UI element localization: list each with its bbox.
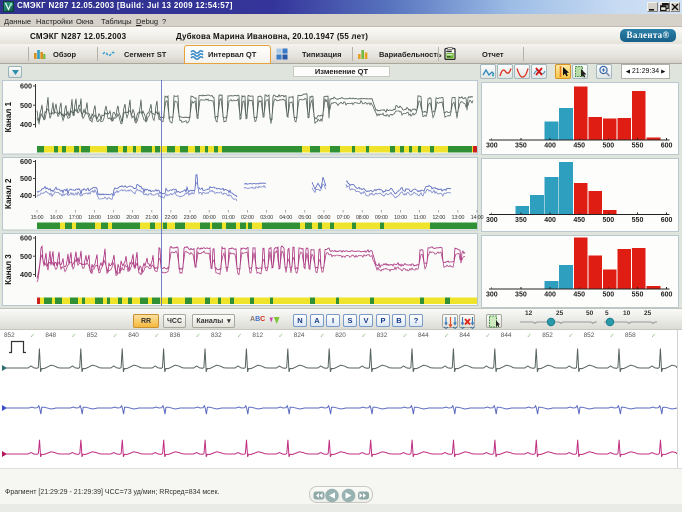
svg-text:21:00: 21:00 [145,215,158,221]
svg-text:840: 840 [128,332,139,339]
svg-text:11:00: 11:00 [413,215,425,221]
svg-text:852: 852 [584,332,595,339]
svg-text:✓: ✓ [320,333,325,340]
svg-text:600: 600 [661,292,673,299]
svg-text:Канал 1: Канал 1 [4,101,13,132]
svg-text:836: 836 [170,332,181,339]
svg-text:350: 350 [515,292,527,299]
svg-text:550: 550 [632,143,644,150]
svg-text:✓: ✓ [403,333,408,340]
svg-text:844: 844 [501,332,512,339]
svg-text:600: 600 [20,234,32,243]
svg-text:500: 500 [20,252,32,261]
svg-text:500: 500 [602,217,614,224]
svg-text:820: 820 [335,332,346,339]
svg-text:832: 832 [211,332,222,339]
svg-text:06:00: 06:00 [318,215,331,221]
svg-text:18:00: 18:00 [88,215,101,221]
svg-text:04:00: 04:00 [279,215,292,221]
svg-text:852: 852 [4,332,15,339]
svg-text:300: 300 [486,292,498,299]
svg-text:450: 450 [573,143,585,150]
svg-text:852: 852 [87,332,98,339]
svg-text:824: 824 [294,332,305,339]
svg-text:15:00: 15:00 [31,215,44,221]
svg-text:500: 500 [20,174,32,183]
svg-text:05:00: 05:00 [298,215,311,221]
svg-text:500: 500 [20,101,32,110]
svg-text:844: 844 [418,332,429,339]
svg-text:20:00: 20:00 [126,215,139,221]
svg-text:02:00: 02:00 [241,215,254,221]
svg-text:✓: ✓ [278,333,283,340]
svg-text:832: 832 [377,332,388,339]
svg-text:300: 300 [486,217,498,224]
svg-text:600: 600 [20,82,32,91]
svg-text:22:00: 22:00 [165,215,178,221]
svg-text:600: 600 [20,157,32,166]
svg-text:400: 400 [20,120,32,129]
svg-text:Канал 2: Канал 2 [4,178,13,209]
svg-text:✓: ✓ [113,333,118,340]
svg-text:✓: ✓ [444,333,449,340]
svg-text:350: 350 [515,217,527,224]
svg-text:500: 500 [602,143,614,150]
svg-text:812: 812 [252,332,263,339]
svg-text:23:00: 23:00 [184,215,197,221]
svg-text:600: 600 [661,143,673,150]
svg-text:✓: ✓ [651,333,656,340]
svg-text:13:00: 13:00 [452,215,465,221]
svg-text:✓: ✓ [237,333,242,340]
svg-text:450: 450 [573,217,585,224]
svg-text:03:00: 03:00 [260,215,273,221]
svg-text:07:00: 07:00 [337,215,350,221]
svg-text:450: 450 [573,292,585,299]
svg-text:✓: ✓ [71,333,76,340]
svg-text:550: 550 [632,292,644,299]
svg-text:19:00: 19:00 [107,215,120,221]
svg-text:600: 600 [661,217,673,224]
svg-text:✓: ✓ [527,333,532,340]
svg-text:400: 400 [20,270,32,279]
svg-text:400: 400 [544,292,556,299]
svg-text:10:00: 10:00 [394,215,407,221]
svg-text:17:00: 17:00 [69,215,82,221]
svg-text:852: 852 [542,332,553,339]
svg-text:Канал 3: Канал 3 [4,254,13,285]
svg-text:12:00: 12:00 [432,215,445,221]
svg-text:400: 400 [544,143,556,150]
svg-text:✓: ✓ [485,333,490,340]
svg-text:848: 848 [45,332,56,339]
svg-text:858: 858 [625,332,636,339]
svg-text:16:00: 16:00 [50,215,63,221]
svg-text:00:00: 00:00 [203,215,216,221]
svg-text:844: 844 [459,332,470,339]
svg-text:350: 350 [515,143,527,150]
svg-text:400: 400 [20,191,32,200]
svg-text:✓: ✓ [154,333,159,340]
svg-text:✓: ✓ [196,333,201,340]
svg-text:✓: ✓ [610,333,615,340]
svg-text:400: 400 [544,217,556,224]
svg-text:550: 550 [632,217,644,224]
svg-text:✓: ✓ [568,333,573,340]
svg-text:✓: ✓ [30,333,35,340]
svg-text:09:00: 09:00 [375,215,388,221]
svg-text:01:00: 01:00 [222,215,235,221]
svg-text:14:00: 14:00 [471,215,484,221]
svg-text:08:00: 08:00 [356,215,369,221]
svg-text:✓: ✓ [361,333,366,340]
svg-text:500: 500 [602,292,614,299]
svg-text:300: 300 [486,143,498,150]
